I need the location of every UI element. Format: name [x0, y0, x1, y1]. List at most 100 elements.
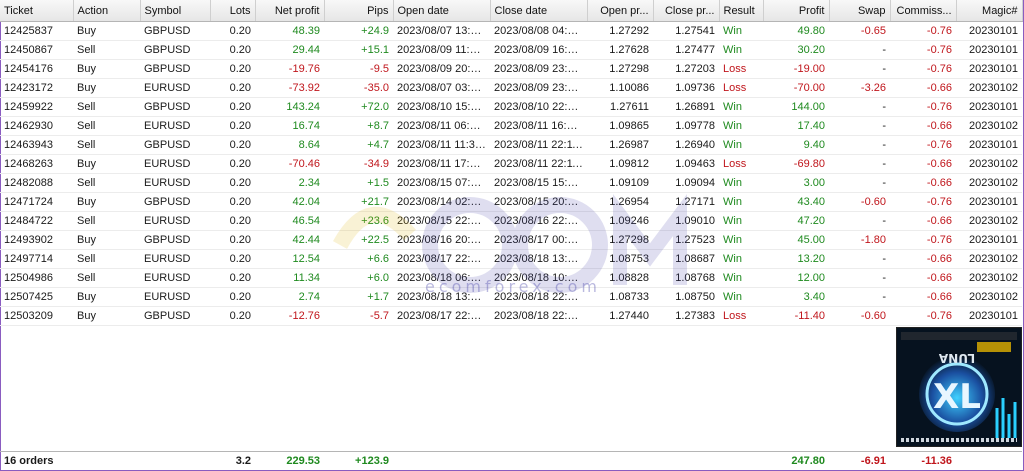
- column-header-lots[interactable]: Lots: [210, 0, 256, 22]
- table-row[interactable]: 12482088 Sell EURUSD 0.20 2.34 +1.5 2023/08/15…: [0, 173, 1022, 193]
- cell-pips: -5.7: [324, 306, 393, 326]
- cell-profit: -19.00: [763, 59, 829, 79]
- table-row[interactable]: 12497714 Sell EURUSD 0.20 12.54 +6.6 2023/08/1…: [0, 249, 1022, 269]
- cell-open-date: 2023/08/16 20:26:...: [393, 230, 490, 250]
- table-row[interactable]: 12468263 Buy EURUSD 0.20 -70.46 -34.9 2023/08/…: [0, 154, 1022, 174]
- total-swap: -6.91: [860, 455, 886, 467]
- cell-pips: +1.5: [324, 173, 393, 193]
- column-header-close-price[interactable]: Close pr...: [653, 0, 720, 22]
- table-row[interactable]: 12459922 Sell GBPUSD 0.20 143.24 +72.0 2023/08…: [0, 97, 1022, 117]
- total-ticket: 16 orders: [4, 455, 54, 467]
- cell-swap: -0.60: [829, 192, 890, 212]
- total-close-date: [490, 452, 587, 471]
- cell-close-date: 2023/08/16 22:26:...: [490, 211, 587, 231]
- column-header-pips[interactable]: Pips: [324, 0, 394, 22]
- cell-lots: 0.20: [210, 154, 255, 174]
- cell-swap: -: [829, 40, 890, 60]
- cell-symbol: GBPUSD: [140, 97, 210, 117]
- table-body: 12425837 Buy GBPUSD 0.20 48.39 +24.9 2023/08/0…: [0, 21, 1022, 326]
- cell-close-date: 2023/08/11 22:11:...: [490, 154, 587, 174]
- cell-ticket: 12484722: [0, 211, 73, 231]
- column-header-profit[interactable]: Profit: [763, 0, 830, 22]
- column-header-net-profit[interactable]: Net profit: [255, 0, 325, 22]
- table-row[interactable]: 12425837 Buy GBPUSD 0.20 48.39 +24.9 2023/08/0…: [0, 21, 1022, 41]
- cell-result: Win: [719, 249, 763, 269]
- table-row[interactable]: 12503209 Buy GBPUSD 0.20 -12.76 -5.7 2023/08/1…: [0, 306, 1022, 326]
- svg-text:LUNA: LUNA: [938, 351, 975, 365]
- cell-open-price: 1.26954: [587, 192, 653, 212]
- cell-magic: 20230101: [956, 135, 1022, 155]
- cell-magic: 20230102: [956, 287, 1022, 307]
- table-row[interactable]: 12493902 Buy GBPUSD 0.20 42.44 +22.5 2023/08/1…: [0, 230, 1022, 250]
- cell-pips: +72.0: [324, 97, 393, 117]
- column-header-result[interactable]: Result: [719, 0, 764, 22]
- table-row[interactable]: 12471724 Buy GBPUSD 0.20 42.04 +21.7 2023/08/1…: [0, 192, 1022, 212]
- cell-action: Buy: [73, 154, 140, 174]
- table-row[interactable]: 12484722 Sell EURUSD 0.20 46.54 +23.6 2023/08/…: [0, 211, 1022, 231]
- cell-lots: 0.20: [210, 135, 255, 155]
- cell-swap: -0.65: [829, 21, 890, 41]
- cell-close-price: 1.09463: [653, 154, 719, 174]
- cell-open-date: 2023/08/15 22:38:...: [393, 211, 490, 231]
- column-header-symbol[interactable]: Symbol: [140, 0, 211, 22]
- total-open-date: [393, 452, 490, 471]
- total-close-price: [653, 452, 719, 471]
- column-header-swap[interactable]: Swap: [829, 0, 891, 22]
- cell-pips: +1.7: [324, 287, 393, 307]
- table-row[interactable]: 12454176 Buy GBPUSD 0.20 -19.76 -9.5 2023/08/0…: [0, 59, 1022, 79]
- cell-action: Sell: [73, 268, 140, 288]
- cell-close-date: 2023/08/11 22:11:...: [490, 135, 587, 155]
- table-row[interactable]: 12504986 Sell EURUSD 0.20 11.34 +6.0 2023/08/1…: [0, 268, 1022, 288]
- cell-commission: -0.76: [890, 192, 956, 212]
- cell-commission: -0.76: [890, 135, 956, 155]
- cell-lots: 0.20: [210, 173, 255, 193]
- cell-swap: -: [829, 268, 890, 288]
- cell-open-price: 1.09109: [587, 173, 653, 193]
- cell-swap: -: [829, 154, 890, 174]
- column-header-action[interactable]: Action: [73, 0, 141, 22]
- cell-open-date: 2023/08/11 06:45:...: [393, 116, 490, 136]
- cell-close-price: 1.09736: [653, 78, 719, 98]
- cell-action: Buy: [73, 192, 140, 212]
- cell-profit: 3.40: [763, 287, 829, 307]
- cell-pips: +6.0: [324, 268, 393, 288]
- cell-symbol: GBPUSD: [140, 306, 210, 326]
- cell-profit: -11.40: [763, 306, 829, 326]
- table-row[interactable]: 12450867 Sell GBPUSD 0.20 29.44 +15.1 2023/08/…: [0, 40, 1022, 60]
- table-row[interactable]: 12507425 Buy EURUSD 0.20 2.74 +1.7 2023/08/18 …: [0, 287, 1022, 307]
- table-row[interactable]: 12462930 Sell EURUSD 0.20 16.74 +8.7 2023/08/1…: [0, 116, 1022, 136]
- cell-net-profit: -19.76: [255, 59, 324, 79]
- column-header-open-price[interactable]: Open pr...: [587, 0, 654, 22]
- cell-open-price: 1.09812: [587, 154, 653, 174]
- cell-lots: 0.20: [210, 211, 255, 231]
- column-header-commission[interactable]: Commiss...: [890, 0, 957, 22]
- column-header-open-date[interactable]: Open date: [393, 0, 491, 22]
- cell-pips: +23.6: [324, 211, 393, 231]
- cell-close-price: 1.09778: [653, 116, 719, 136]
- totals-row: 16 orders 3.2 229.53 +123.9 247.80 -6.91 -11.3…: [0, 452, 1022, 471]
- cell-ticket: 12463943: [0, 135, 73, 155]
- cell-ticket: 12450867: [0, 40, 73, 60]
- table-row[interactable]: 12423172 Buy EURUSD 0.20 -73.92 -35.0 2023/08/…: [0, 78, 1022, 98]
- table-row[interactable]: 12463943 Sell GBPUSD 0.20 8.64 +4.7 2023/08/11…: [0, 135, 1022, 155]
- cell-symbol: EURUSD: [140, 78, 210, 98]
- cell-close-date: 2023/08/17 00:55:...: [490, 230, 587, 250]
- cell-pips: +21.7: [324, 192, 393, 212]
- column-header-magic[interactable]: Magic#: [956, 0, 1023, 22]
- cell-result: Win: [719, 21, 763, 41]
- cell-symbol: GBPUSD: [140, 40, 210, 60]
- cell-lots: 0.20: [210, 192, 255, 212]
- column-header-close-date[interactable]: Close date: [490, 0, 588, 22]
- cell-commission: -0.66: [890, 249, 956, 269]
- column-header-ticket[interactable]: Ticket: [0, 0, 74, 22]
- cell-close-price: 1.27203: [653, 59, 719, 79]
- cell-swap: -: [829, 97, 890, 117]
- cell-magic: 20230101: [956, 306, 1022, 326]
- cell-magic: 20230102: [956, 116, 1022, 136]
- cell-open-date: 2023/08/11 17:45:...: [393, 154, 490, 174]
- cell-result: Win: [719, 268, 763, 288]
- cell-lots: 0.20: [210, 78, 255, 98]
- cell-open-date: 2023/08/10 15:44:...: [393, 97, 490, 117]
- cell-result: Loss: [719, 78, 763, 98]
- cell-action: Sell: [73, 116, 140, 136]
